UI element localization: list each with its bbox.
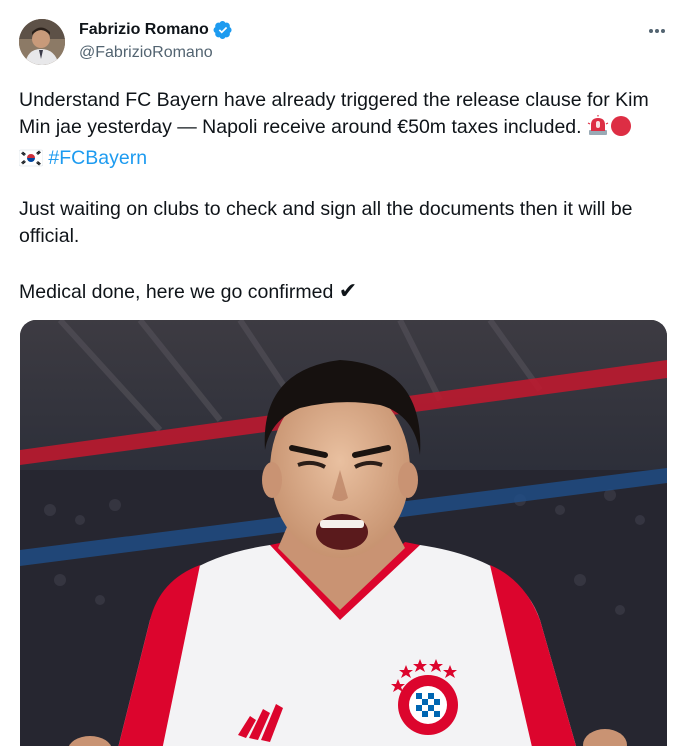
- verified-badge-icon[interactable]: [213, 20, 233, 40]
- tweet-paragraph-3: Medical done, here we go confirmed ✔: [19, 278, 669, 306]
- author-avatar[interactable]: [19, 19, 65, 65]
- tweet-paragraph-2: Just waiting on clubs to check and sign …: [19, 196, 669, 250]
- player-photo-icon: [20, 320, 667, 746]
- more-options-icon[interactable]: [646, 22, 668, 40]
- check-mark-icon: ✔: [338, 279, 358, 304]
- tweet-line-1: Understand FC Bayern have already trigge…: [19, 89, 649, 111]
- tweet-paragraph-1: Understand FC Bayern have already trigge…: [18, 87, 669, 176]
- red-circle-emoji-icon: [609, 115, 633, 145]
- south-korea-flag-emoji-icon: [18, 148, 44, 176]
- tweet-paragraph-2-line-2: official.: [19, 225, 80, 247]
- tweet-line-2: Min jae yesterday — Napoli receive aroun…: [19, 116, 582, 138]
- tweet-media-image[interactable]: [20, 320, 667, 746]
- tweet-paragraph-2-line-1: Just waiting on clubs to check and sign …: [19, 198, 633, 220]
- author-display-name[interactable]: Fabrizio Romano: [79, 21, 209, 39]
- hashtag-link[interactable]: #FCBayern: [48, 147, 147, 169]
- profile-photo-icon: [19, 19, 65, 65]
- rotating-light-emoji-icon: [587, 115, 609, 145]
- tweet-paragraph-3-text: Medical done, here we go confirmed: [19, 281, 334, 303]
- tweet-card: Fabrizio Romano @FabrizioRomano Understa…: [0, 0, 700, 746]
- author-handle[interactable]: @FabrizioRomano: [79, 44, 213, 62]
